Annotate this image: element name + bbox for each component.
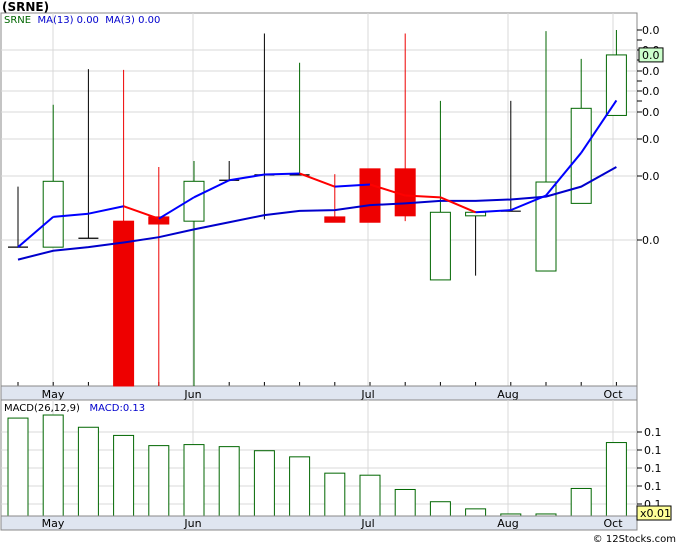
- ma3-segment: [264, 172, 300, 176]
- macd-y-tick-label: 0.1: [644, 480, 662, 493]
- legend-ma13-value: 0.00: [76, 15, 99, 26]
- macd-bar: [324, 472, 346, 517]
- macd-x-tick-label: Aug: [497, 517, 518, 530]
- legend-symbol: SRNE: [4, 15, 32, 26]
- x-tick-label: Oct: [603, 388, 623, 401]
- legend-ma3: MA(3): [105, 15, 135, 26]
- macd-label: MACD(26,12,9): [4, 403, 80, 414]
- x-tick-label: May: [42, 388, 65, 401]
- macd-x-tick-label: Jul: [360, 517, 374, 530]
- copyright-credit: © 12Stocks.com: [592, 534, 676, 545]
- macd-value: MACD:0.13: [89, 403, 146, 414]
- macd-bar: [570, 487, 592, 517]
- y-tick-label: 0.0: [642, 133, 660, 146]
- stock-chart: 0.00.00.00.00.00.00.00.00.0 MayJunJulAug…: [0, 12, 672, 531]
- macd-bar: [148, 445, 170, 517]
- macd-bar: [289, 456, 311, 517]
- last-price-label: 0.0: [642, 49, 660, 62]
- macd-x-axis-band: [0, 515, 638, 531]
- macd-multiplier-label: x0.01: [640, 507, 671, 520]
- y-tick-label: 0.0: [642, 85, 660, 98]
- macd-bar: [253, 450, 275, 517]
- macd-x-tick-label: May: [42, 517, 65, 530]
- macd-bar: [465, 508, 487, 517]
- candle-body: [113, 220, 135, 387]
- candle-body: [429, 211, 451, 281]
- macd-bar: [394, 488, 416, 517]
- candle-body: [605, 54, 627, 116]
- candle-body: [42, 180, 64, 248]
- macd-x-tick-label: Jun: [183, 517, 201, 530]
- macd-y-tick-label: 0.1: [644, 462, 662, 475]
- price-x-axis-band: [0, 385, 638, 401]
- candle-body: [324, 216, 346, 223]
- chart-title: (SRNE): [2, 0, 50, 14]
- x-tick-label: Jul: [360, 388, 374, 401]
- macd-y-axis: 0.10.10.10.10.1x0.01: [636, 426, 672, 521]
- price-legend: SRNE MA(13) 0.00 MA(3) 0.00: [4, 15, 160, 26]
- legend-ma13: MA(13): [37, 15, 74, 26]
- macd-legend: MACD(26,12,9) MACD:0.13: [4, 403, 145, 414]
- macd-bar: [605, 442, 627, 517]
- macd-bar: [183, 444, 205, 517]
- macd-bar: [429, 501, 451, 517]
- macd-y-tick-label: 0.1: [644, 426, 662, 439]
- y-tick-label: 0.0: [642, 65, 660, 78]
- macd-bar: [7, 417, 29, 517]
- x-tick-label: Aug: [497, 388, 518, 401]
- y-tick-label: 0.0: [642, 170, 660, 183]
- legend-ma3-value: 0.00: [138, 15, 161, 26]
- macd-bar: [218, 446, 240, 517]
- macd-y-tick-label: 0.1: [644, 444, 662, 457]
- macd-bar: [113, 434, 135, 517]
- y-tick-label: 0.0: [642, 106, 660, 119]
- y-tick-label: 0.0: [642, 234, 660, 247]
- macd-bar: [42, 414, 64, 517]
- macd-x-tick-label: Oct: [603, 517, 623, 530]
- price-y-axis: 0.00.00.00.00.00.00.00.00.0: [638, 24, 664, 247]
- macd-bar: [359, 474, 381, 517]
- macd-bar: [77, 426, 99, 517]
- y-tick-label: 0.0: [642, 24, 660, 37]
- candle-body: [359, 168, 381, 223]
- x-tick-label: Jun: [183, 388, 201, 401]
